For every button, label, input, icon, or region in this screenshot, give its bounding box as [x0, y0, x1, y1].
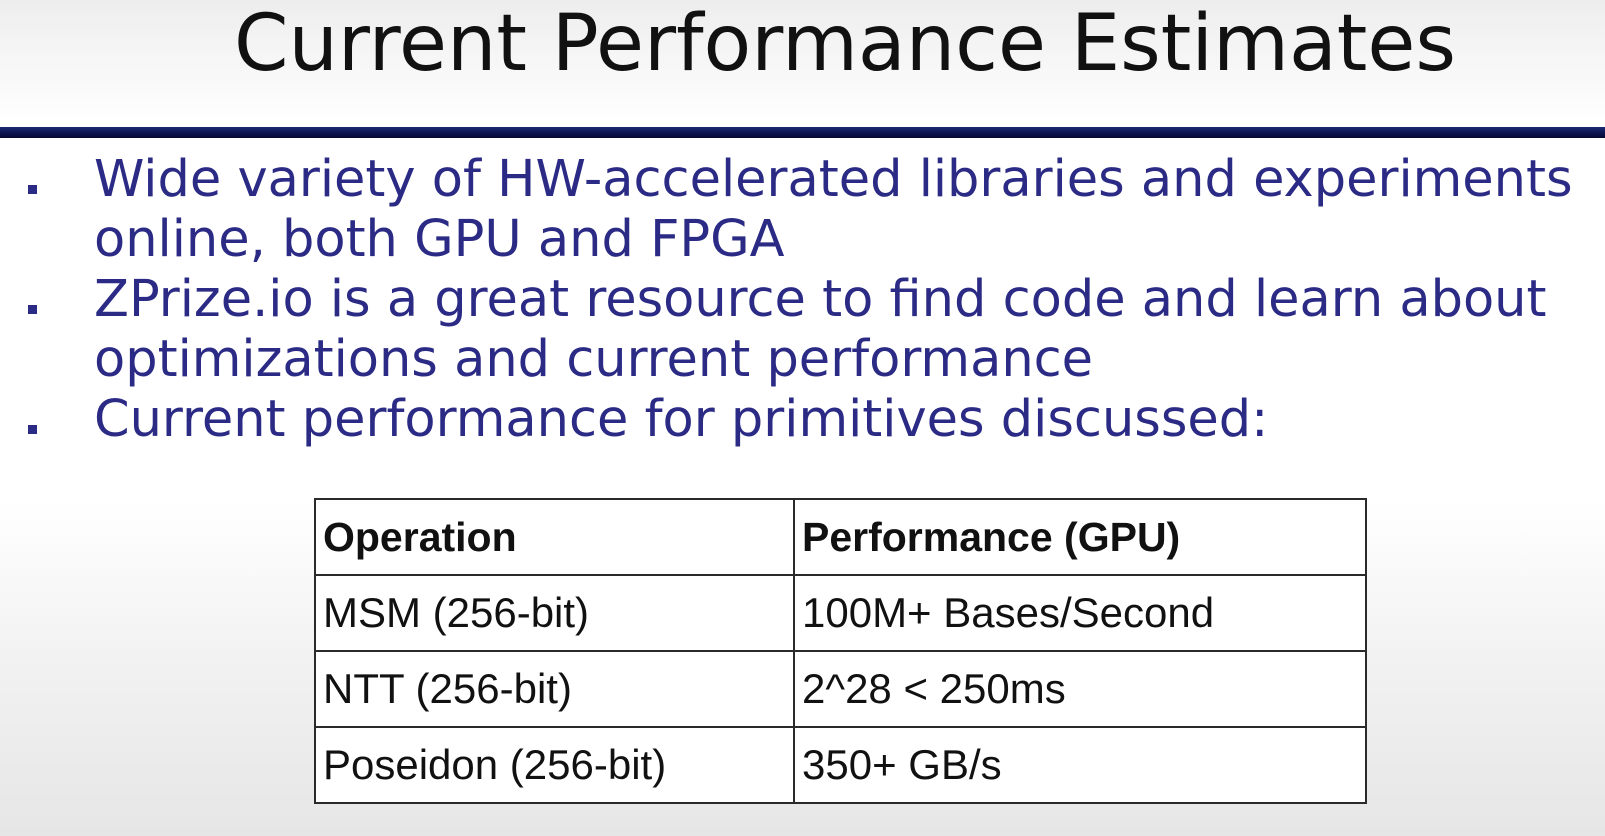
bullet-item: Current performance for primitives discu… — [0, 390, 1605, 450]
bullet-line: optimizations and current performance — [94, 330, 1094, 389]
operation-cell: Poseidon (256-bit) — [314, 726, 795, 804]
slide-title: Current Performance Estimates — [234, 0, 1456, 89]
performance-cell: 350+ GB/s — [793, 726, 1367, 804]
performance-cell: 100M+ Bases/Second — [793, 574, 1367, 652]
bullet-item: ZPrize.io is a great resource to find co… — [0, 270, 1605, 390]
square-bullet-icon — [28, 425, 37, 434]
bullet-item: Wide variety of HW-accelerated libraries… — [0, 150, 1605, 270]
column-header-operation: Operation — [314, 498, 795, 576]
table-header-row: Operation Performance (GPU) — [314, 498, 1367, 576]
performance-cell: 2^28 < 250ms — [793, 650, 1367, 728]
operation-cell: NTT (256-bit) — [314, 650, 795, 728]
bullet-list: Wide variety of HW-accelerated libraries… — [0, 150, 1605, 450]
bullet-line: Current performance for primitives discu… — [94, 390, 1269, 449]
table-row: NTT (256-bit) 2^28 < 250ms — [314, 650, 1367, 728]
square-bullet-icon — [28, 185, 37, 194]
table-row: MSM (256-bit) 100M+ Bases/Second — [314, 574, 1367, 652]
title-divider — [0, 127, 1605, 138]
performance-table: Operation Performance (GPU) MSM (256-bit… — [314, 498, 1367, 804]
bullet-line: ZPrize.io is a great resource to find co… — [94, 270, 1547, 329]
slide-title-bar: Current Performance Estimates — [0, 0, 1605, 128]
operation-cell: MSM (256-bit) — [314, 574, 795, 652]
bullet-line: Wide variety of HW-accelerated libraries… — [94, 150, 1573, 209]
table-row: Poseidon (256-bit) 350+ GB/s — [314, 726, 1367, 804]
square-bullet-icon — [28, 305, 37, 314]
bullet-line: online, both GPU and FPGA — [94, 210, 785, 269]
column-header-performance: Performance (GPU) — [793, 498, 1367, 576]
